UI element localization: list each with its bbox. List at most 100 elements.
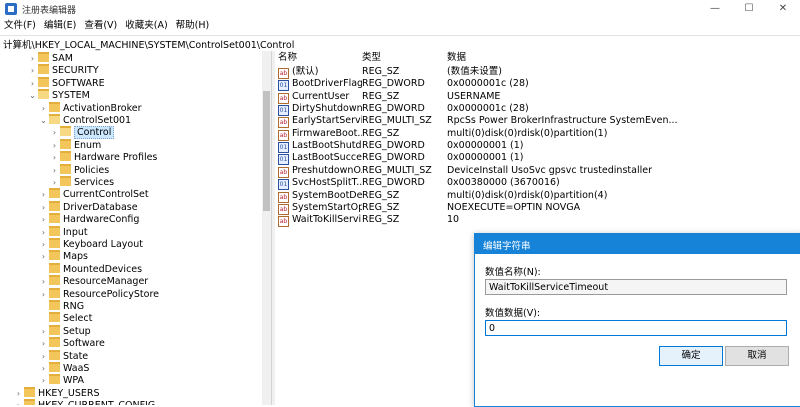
tree-item-label[interactable]: HardwareConfig (63, 214, 139, 225)
expand-arrow-icon[interactable]: › (39, 239, 48, 251)
tree-item[interactable]: › Input (39, 225, 88, 238)
tree-item[interactable]: › Maps (39, 250, 88, 262)
tree-item-label[interactable]: DriverDatabase (63, 202, 138, 213)
expand-arrow-icon[interactable]: › (39, 326, 48, 338)
registry-value-row[interactable]: ab FirmwareBoot... REG_SZ multi(0)disk(0)rd… (275, 128, 800, 141)
registry-value-row[interactable]: 01 BootDriverFlags REG_DWORD 0x0000001c (28… (275, 78, 800, 92)
registry-value-row[interactable]: abSystemBootDe...REG_SZ multi(0)disk(0)rd… (275, 190, 800, 203)
registry-value-row[interactable]: abSystemStartOp...REG_SZ NOEXECUTE=OPTIN… (275, 202, 800, 215)
tree-item-label[interactable]: State (63, 351, 88, 362)
close-button[interactable]: ✕ (766, 0, 800, 18)
tree-item[interactable]: › Hardware Profiles (50, 151, 157, 163)
registry-value-row[interactable]: ab PreshutdownO... REG_MULTI_SZ DeviceInsta… (275, 165, 800, 178)
tree-item-label[interactable]: RNG (63, 301, 84, 312)
menu-view[interactable]: 查看(V) (80, 18, 121, 34)
expand-arrow-icon[interactable]: › (28, 78, 37, 90)
column-header-type[interactable]: 类型 (362, 51, 381, 64)
tree-item-label[interactable]: ResourcePolicyStore (63, 289, 159, 300)
expand-arrow-icon[interactable]: › (39, 351, 48, 363)
address-bar[interactable]: 计算机\HKEY_LOCAL_MACHINE\SYSTEM\ControlSet… (0, 35, 800, 52)
expand-arrow-icon[interactable]: › (50, 152, 59, 164)
tree-item[interactable]: › DriverDatabase (39, 200, 138, 213)
tree-item[interactable]: ⌄ ControlSet001 (39, 114, 131, 126)
collapse-arrow-icon[interactable]: ⌄ (28, 90, 37, 102)
column-header-data[interactable]: 数据 (447, 51, 466, 64)
address-path[interactable]: 计算机\HKEY_LOCAL_MACHINE\SYSTEM\ControlSet… (3, 37, 294, 51)
tree-item[interactable]: › Control (50, 126, 115, 140)
tree-item-label[interactable]: SAM (52, 53, 73, 64)
ok-button[interactable]: 确定 (659, 346, 723, 366)
tree-item[interactable]: RNG (39, 300, 84, 312)
tree-item-label[interactable]: Maps (63, 251, 88, 262)
tree-item-label[interactable]: Enum (74, 140, 101, 151)
expand-arrow-icon[interactable]: › (39, 251, 48, 263)
expand-arrow-icon[interactable]: › (39, 289, 48, 301)
tree-item[interactable]: Select (39, 312, 92, 324)
tree-item[interactable]: › ResourceManager (39, 275, 148, 287)
expand-arrow-icon[interactable]: › (50, 177, 59, 189)
tree-item-label[interactable]: ControlSet001 (63, 115, 131, 126)
maximize-button[interactable]: ☐ (732, 0, 766, 18)
expand-arrow-icon[interactable]: › (28, 53, 37, 65)
tree-item[interactable]: › WaaS (39, 362, 89, 374)
tree-item-label[interactable]: HKEY_USERS (38, 388, 100, 399)
tree-item[interactable]: › Policies (50, 163, 109, 177)
tree-item-label[interactable]: ResourceManager (63, 276, 148, 287)
tree-item-label[interactable]: Input (63, 227, 88, 238)
tree-item[interactable]: › HKEY_USERS (14, 386, 100, 400)
tree-item-label[interactable]: CurrentControlSet (63, 189, 149, 200)
tree-item-label[interactable]: WPA (63, 375, 84, 386)
tree-item[interactable]: › Setup (39, 324, 91, 338)
expand-arrow-icon[interactable]: › (39, 276, 48, 288)
collapse-arrow-icon[interactable]: ⌄ (39, 115, 48, 127)
tree-item[interactable]: › ResourcePolicyStore (39, 287, 159, 301)
registry-value-row[interactable]: abEarlyStartServi...REG_MULTI_SZ RpcSs Po… (275, 115, 800, 129)
tree-item-label[interactable]: Keyboard Layout (63, 239, 143, 250)
tree-item-label[interactable]: SYSTEM (52, 90, 90, 101)
expand-arrow-icon[interactable]: › (14, 388, 23, 400)
registry-value-row[interactable]: 01LastBootShutd...REG_DWORD 0x00000001 (1… (275, 140, 800, 154)
expand-arrow-icon[interactable]: › (50, 165, 59, 177)
minimize-button[interactable]: — (698, 0, 732, 18)
tree-item[interactable]: › Services (50, 176, 114, 188)
registry-value-row[interactable]: ab (默认) REG_SZ (数值未设置) (275, 66, 800, 79)
expand-arrow-icon[interactable]: › (50, 140, 59, 152)
tree-item[interactable]: MountedDevices (39, 262, 142, 275)
tree-item-label[interactable]: Setup (63, 326, 91, 337)
tree-item[interactable]: › WPA (39, 374, 84, 386)
expand-arrow-icon[interactable]: › (39, 189, 48, 201)
expand-arrow-icon[interactable]: › (14, 400, 23, 405)
menu-file[interactable]: 文件(F) (0, 18, 40, 34)
tree-item[interactable]: › Software (39, 337, 105, 349)
tree-item[interactable]: › Keyboard Layout (39, 238, 143, 250)
expand-arrow-icon[interactable]: › (39, 338, 48, 350)
tree-item[interactable]: ⌄ SYSTEM (28, 89, 90, 101)
menu-help[interactable]: 帮助(H) (172, 18, 214, 34)
tree-item[interactable]: › SECURITY (28, 64, 99, 76)
menu-favorites[interactable]: 收藏夹(A) (121, 18, 171, 34)
cancel-button[interactable]: 取消 (725, 346, 789, 366)
tree-item-label[interactable]: Services (74, 177, 114, 188)
tree-item-label[interactable]: Software (63, 338, 105, 349)
tree-item-label[interactable]: WaaS (63, 363, 89, 374)
tree-item-label[interactable]: Control (74, 126, 115, 140)
registry-value-row[interactable]: abWaitToKillServi...REG_SZ 10 (275, 214, 800, 228)
tree-item-label[interactable]: MountedDevices (63, 264, 142, 275)
tree-scrollbar[interactable] (262, 51, 271, 405)
expand-arrow-icon[interactable]: › (50, 127, 59, 139)
tree-item-label[interactable]: ActivationBroker (63, 103, 142, 114)
registry-value-row[interactable]: 01LastBootSucce...REG_DWORD 0x00000001 (1… (275, 152, 800, 166)
tree-item[interactable]: › HKEY_CURRENT_CONFIG (14, 399, 155, 405)
registry-value-row[interactable]: ab CurrentUser REG_SZ USERNAME (275, 91, 800, 104)
expand-arrow-icon[interactable]: › (28, 65, 37, 77)
tree-item[interactable]: › State (39, 349, 88, 363)
registry-value-row[interactable]: 01DirtyShutdown...REG_DWORD 0x0000001c (2… (275, 103, 800, 117)
tree-item[interactable]: › CurrentControlSet (39, 188, 149, 200)
expand-arrow-icon[interactable]: › (39, 363, 48, 375)
expand-arrow-icon[interactable]: › (39, 375, 48, 387)
tree-item-label[interactable]: SOFTWARE (52, 78, 105, 89)
tree-item[interactable]: › SOFTWARE (28, 76, 105, 90)
tree-item-label[interactable]: Policies (74, 165, 109, 176)
tree-item-label[interactable]: Select (63, 313, 92, 324)
expand-arrow-icon[interactable]: › (39, 214, 48, 226)
